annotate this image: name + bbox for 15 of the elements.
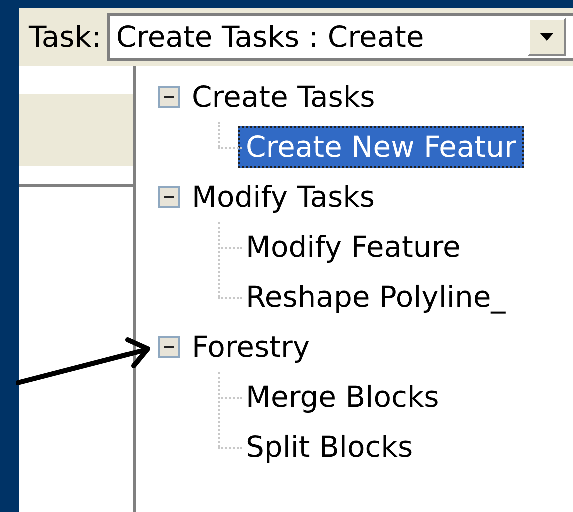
tree-group[interactable]: Create Tasks xyxy=(192,80,376,114)
collapse-icon[interactable] xyxy=(158,336,180,358)
tree-item[interactable]: Modify Feature xyxy=(238,226,469,268)
tree-item[interactable]: Create New Featur xyxy=(238,126,524,168)
dropdown-button[interactable] xyxy=(528,18,566,56)
caret-icon xyxy=(540,33,554,41)
task-combobox[interactable]: Create Tasks : Create xyxy=(107,13,573,61)
tree-group[interactable]: Forestry xyxy=(192,330,310,364)
tree-item[interactable]: Merge Blocks xyxy=(238,376,448,418)
tree-item[interactable]: Reshape Polyline_ xyxy=(238,276,514,318)
tree-item[interactable]: Split Blocks xyxy=(238,426,422,468)
collapse-icon[interactable] xyxy=(158,86,180,108)
collapse-icon[interactable] xyxy=(158,186,180,208)
tree-group[interactable]: Modify Tasks xyxy=(192,180,376,214)
task-label: Task: xyxy=(29,20,102,54)
